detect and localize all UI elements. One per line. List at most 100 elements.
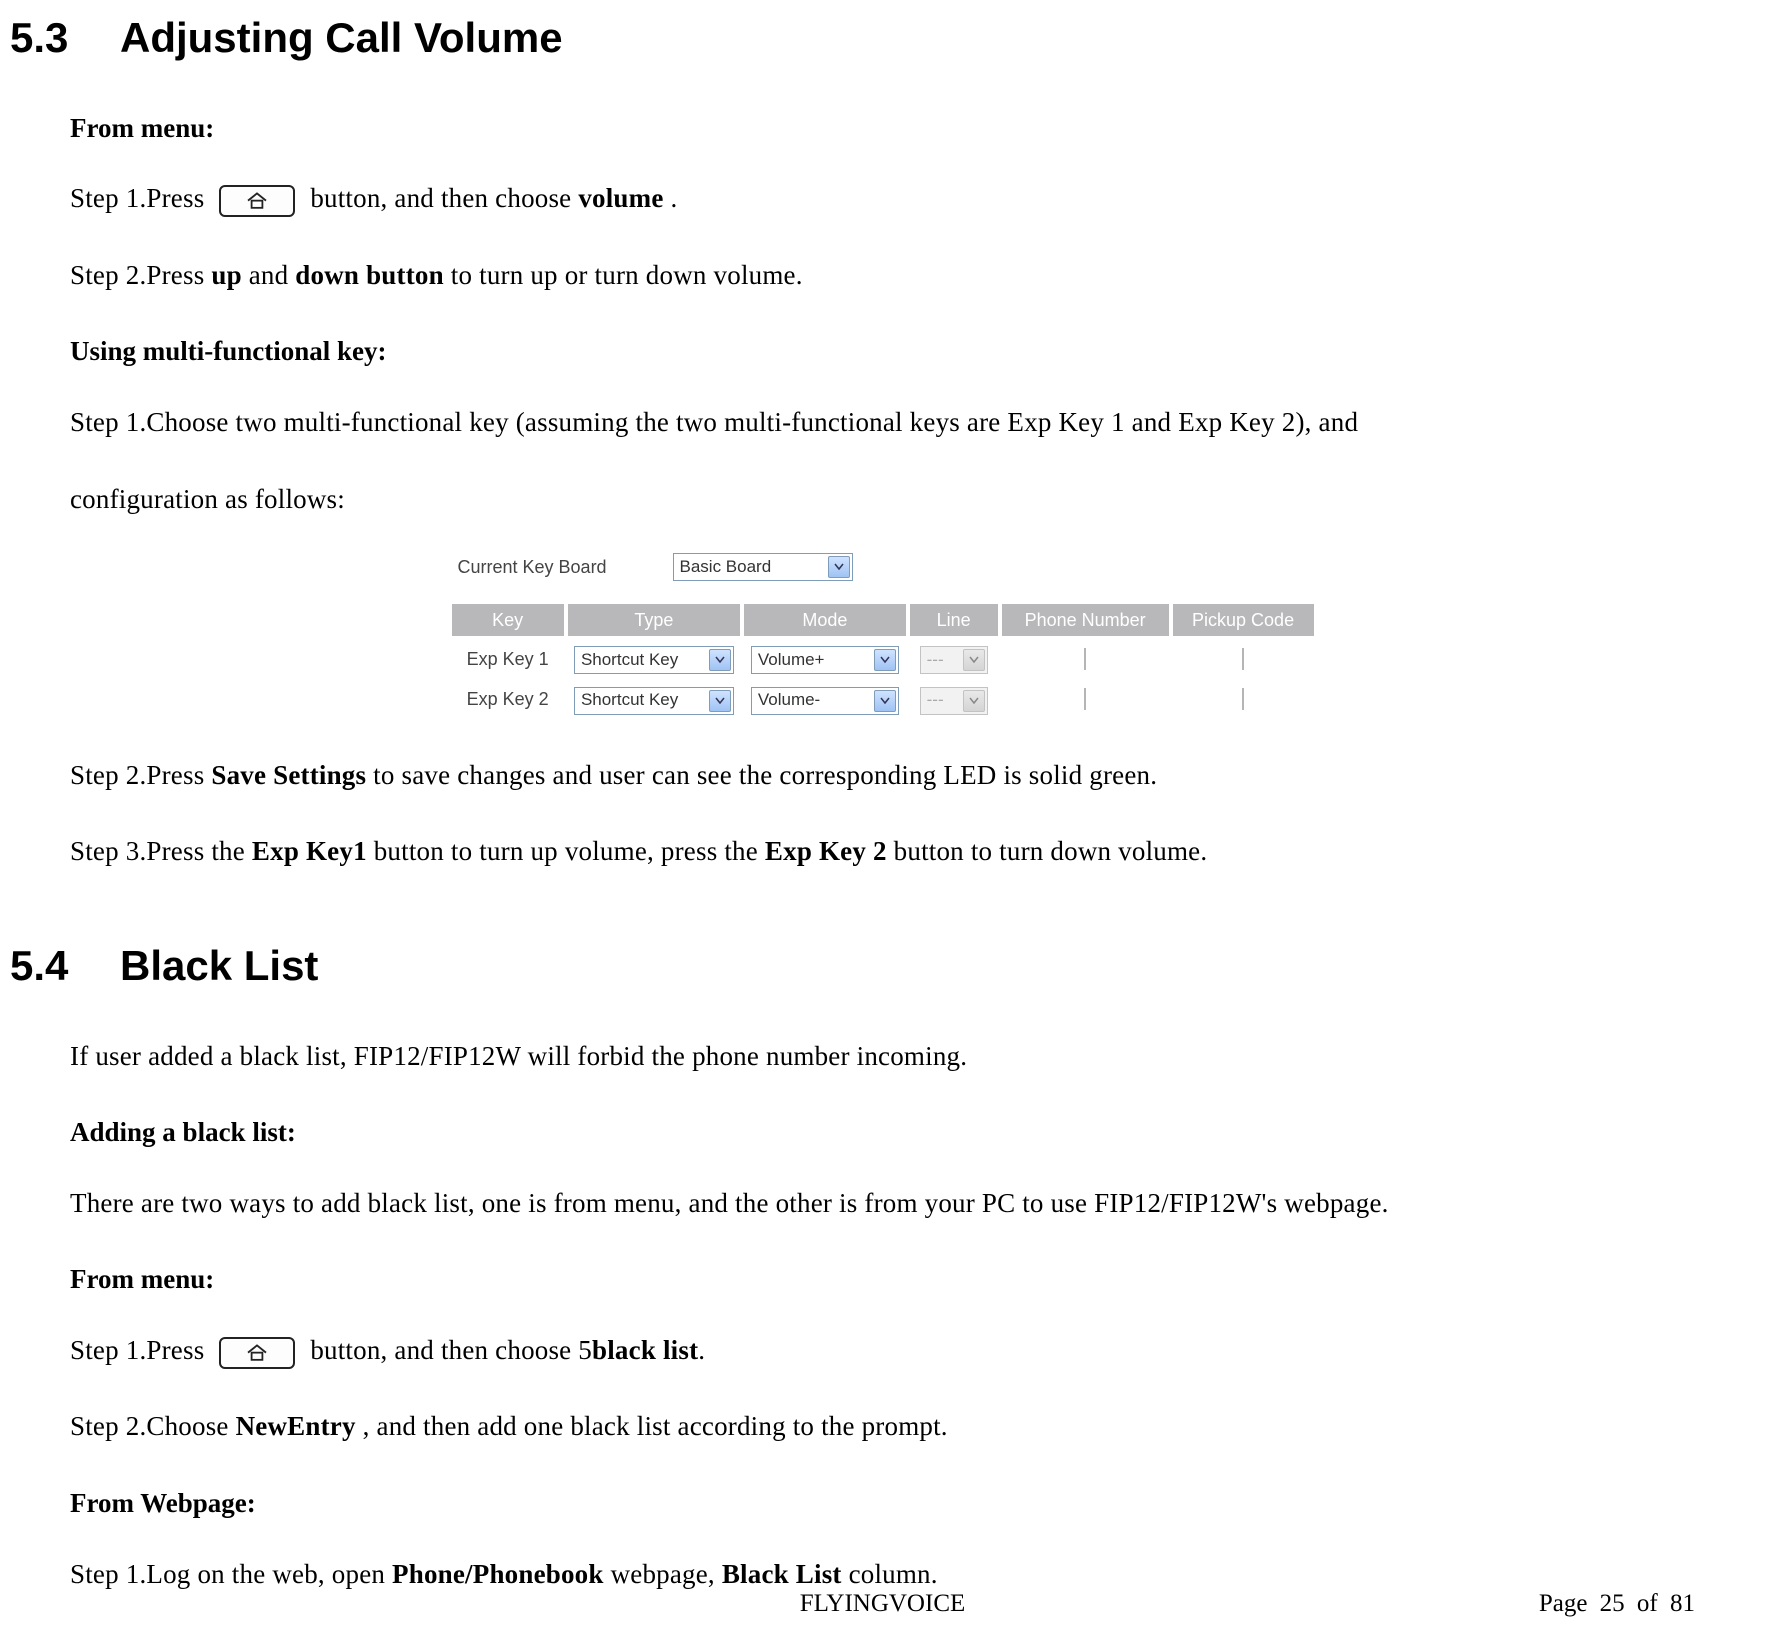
select-value: Basic Board [680, 552, 772, 583]
chevron-down-icon [874, 649, 896, 671]
text: . [670, 183, 677, 213]
select-value: Shortcut Key [581, 685, 678, 716]
step-5-3-mk-1b: configuration as follows: [70, 475, 1695, 524]
select-mode[interactable]: Volume+ [751, 646, 899, 674]
select-type[interactable]: Shortcut Key [574, 646, 734, 674]
table-header-row: Key Type Mode Line Phone Number Pickup C… [452, 604, 1314, 636]
heading-number: 5.4 [10, 928, 120, 1004]
text: button, and then choose [310, 183, 578, 213]
chevron-down-icon [709, 649, 731, 671]
label-current-key-board: Current Key Board [458, 551, 673, 583]
cell-mode: Volume+ [744, 642, 906, 676]
text-bold: down button [295, 260, 444, 290]
footer-page-number: Page 25 of 81 [1539, 1581, 1695, 1626]
text: , and then add one black list according … [363, 1411, 948, 1441]
cell-phone [1002, 682, 1169, 716]
step-5-3-menu-2: Step 2.Press up and down button to turn … [70, 251, 1695, 300]
intro-5-4: If user added a black list, FIP12/FIP12W… [70, 1032, 1695, 1081]
label-from-menu: From menu: [70, 104, 1695, 153]
chevron-down-icon [709, 690, 731, 712]
select-current-key-board[interactable]: Basic Board [673, 553, 853, 581]
chevron-down-icon [963, 690, 985, 712]
table-row: Exp Key 1 Shortcut Key Volume+ [452, 642, 1314, 676]
input-phone-number[interactable] [1084, 688, 1086, 710]
th-pickup: Pickup Code [1173, 604, 1314, 636]
cell-key: Exp Key 1 [452, 642, 564, 676]
text: to turn up or turn down volume. [451, 260, 803, 290]
step-5-4-menu-2: Step 2.Choose NewEntry , and then add on… [70, 1402, 1695, 1451]
input-pickup-code[interactable] [1242, 648, 1244, 670]
cell-type: Shortcut Key [568, 642, 740, 676]
chevron-down-icon [828, 556, 850, 578]
th-type: Type [568, 604, 740, 636]
th-phone: Phone Number [1002, 604, 1169, 636]
step-5-3-mk-2: Step 2.Press Save Settings to save chang… [70, 751, 1695, 800]
cell-pickup [1173, 642, 1314, 676]
config-figure-inner: Current Key Board Basic Board Key Type M… [448, 551, 1318, 723]
text-bold: up [211, 260, 241, 290]
cell-key: Exp Key 2 [452, 682, 564, 716]
cell-pickup [1173, 682, 1314, 716]
select-value: --- [927, 685, 944, 716]
cell-line: --- [910, 682, 998, 716]
text-bold: Exp Key1 [252, 836, 367, 866]
text-bold: Save Settings [211, 760, 366, 790]
heading-5-4: 5.4 Black List [10, 928, 1695, 1004]
two-ways: There are two ways to add black list, on… [70, 1179, 1695, 1228]
th-key: Key [452, 604, 564, 636]
home-icon [219, 185, 295, 217]
cell-mode: Volume- [744, 682, 906, 716]
select-value: Shortcut Key [581, 645, 678, 676]
text-bold: NewEntry [236, 1411, 356, 1441]
footer: FLYINGVOICE Page 25 of 81 [70, 1581, 1695, 1626]
th-line: Line [910, 604, 998, 636]
text: Step 1.Press [70, 1335, 211, 1365]
home-icon [219, 1337, 295, 1369]
fig-top-row: Current Key Board Basic Board [458, 551, 1318, 583]
text: Step 2.Press [70, 760, 211, 790]
select-line-disabled: --- [920, 687, 988, 715]
heading-title: Adjusting Call Volume [120, 0, 563, 76]
chevron-down-icon [874, 690, 896, 712]
cell-phone [1002, 642, 1169, 676]
table-row: Exp Key 2 Shortcut Key Volume- [452, 682, 1314, 716]
label-using-multi-key: Using multi-functional key: [70, 327, 1695, 376]
text-bold: black list [592, 1335, 698, 1365]
heading-number: 5.3 [10, 0, 120, 76]
input-pickup-code[interactable] [1242, 688, 1244, 710]
label-from-menu-2: From menu: [70, 1255, 1695, 1304]
select-type[interactable]: Shortcut Key [574, 687, 734, 715]
cell-type: Shortcut Key [568, 682, 740, 716]
select-value: --- [927, 645, 944, 676]
step-5-3-mk-3: Step 3.Press the Exp Key1 button to turn… [70, 827, 1695, 876]
cell-line: --- [910, 642, 998, 676]
config-figure: Current Key Board Basic Board Key Type M… [70, 551, 1695, 723]
text: button, and then choose 5 [310, 1335, 592, 1365]
fig-table: Key Type Mode Line Phone Number Pickup C… [448, 598, 1318, 723]
page-root: 5.3 Adjusting Call Volume From menu: Ste… [0, 0, 1765, 1646]
input-phone-number[interactable] [1084, 648, 1086, 670]
select-line-disabled: --- [920, 646, 988, 674]
text: Step 2.Press [70, 260, 211, 290]
text-bold: volume [578, 183, 663, 213]
heading-5-3: 5.3 Adjusting Call Volume [10, 0, 1695, 76]
step-5-3-menu-1: Step 1.Press button, and then choose vol… [70, 174, 1695, 223]
select-value: Volume+ [758, 645, 825, 676]
th-mode: Mode [744, 604, 906, 636]
text: to save changes and user can see the cor… [373, 760, 1157, 790]
text: Step 3.Press the [70, 836, 252, 866]
heading-title: Black List [120, 928, 318, 1004]
text: button to turn up volume, press the [374, 836, 765, 866]
select-mode[interactable]: Volume- [751, 687, 899, 715]
text: and [249, 260, 296, 290]
chevron-down-icon [963, 649, 985, 671]
text-bold: Exp Key 2 [765, 836, 887, 866]
label-adding-black-list: Adding a black list: [70, 1108, 1695, 1157]
label-from-webpage: From Webpage: [70, 1479, 1695, 1528]
text: button to turn down volume. [894, 836, 1208, 866]
step-5-4-menu-1: Step 1.Press button, and then choose 5bl… [70, 1326, 1695, 1375]
step-5-3-mk-1a: Step 1.Choose two multi-functional key (… [70, 398, 1695, 447]
text: . [698, 1335, 705, 1365]
text: Step 2.Choose [70, 1411, 236, 1441]
select-value: Volume- [758, 685, 820, 716]
